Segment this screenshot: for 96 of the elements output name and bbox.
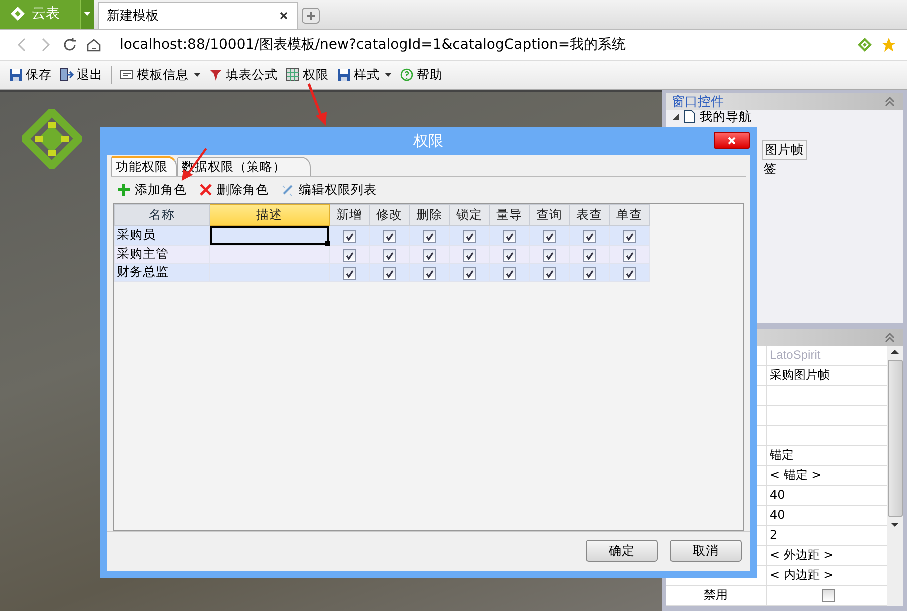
column-header[interactable]: 修改: [370, 204, 410, 226]
card-icon: [120, 68, 134, 82]
checkbox[interactable]: [543, 267, 556, 280]
browser-tab[interactable]: 新建模板: [98, 2, 298, 29]
checkbox[interactable]: [583, 249, 596, 262]
table-cell: 财务总监: [114, 264, 210, 282]
checkbox[interactable]: [583, 230, 596, 244]
checkbox[interactable]: [463, 249, 476, 262]
column-header[interactable]: 描述: [210, 204, 330, 226]
home-icon[interactable]: [86, 37, 102, 53]
cross-icon: [199, 183, 213, 197]
star-icon[interactable]: [881, 37, 897, 53]
toolbar-button[interactable]: 填表公式: [206, 66, 281, 84]
expand-triangle-icon[interactable]: [672, 113, 680, 121]
toolbar-button[interactable]: 保存: [6, 66, 55, 84]
wand-icon: [281, 183, 295, 197]
checkbox[interactable]: [383, 249, 396, 262]
column-header[interactable]: 单查: [610, 204, 650, 226]
scroll-up-icon[interactable]: [891, 349, 899, 354]
url-text[interactable]: localhost:88/10001/图表模板/new?catalogId=1&catalogCaption=我的系统: [120, 36, 626, 54]
toolbar-button[interactable]: 模板信息: [117, 66, 204, 84]
new-tab-icon[interactable]: [302, 8, 320, 24]
checkbox[interactable]: [463, 267, 476, 280]
scroll-down-icon[interactable]: [891, 523, 899, 528]
panel-title: 窗口控件: [672, 94, 724, 110]
app-menu-caret[interactable]: [80, 0, 94, 29]
app-name: 云表: [32, 5, 60, 23]
tree-item[interactable]: 我的导航: [700, 108, 752, 126]
column-header[interactable]: 量导: [490, 204, 530, 226]
page-icon: [684, 110, 696, 124]
property-value[interactable]: 40: [767, 506, 887, 525]
property-value[interactable]: 采购图片帧: [767, 366, 887, 385]
action-button[interactable]: 删除角色: [197, 182, 271, 198]
table-cell[interactable]: [210, 246, 330, 264]
annotation-arrow: [306, 82, 330, 128]
logo-icon: [10, 6, 26, 22]
table-cell[interactable]: [210, 226, 329, 245]
grid-icon: [286, 68, 300, 82]
dialog-title: 权限: [414, 132, 444, 150]
logo-icon: [22, 109, 82, 169]
reload-icon[interactable]: [62, 37, 78, 53]
property-value[interactable]: 2: [767, 526, 887, 545]
dialog-button[interactable]: 取消: [670, 540, 742, 562]
flag-icon: [209, 68, 223, 82]
checkbox[interactable]: [423, 249, 436, 262]
property-value[interactable]: < 内边距 >: [767, 566, 887, 585]
column-header[interactable]: 锁定: [450, 204, 490, 226]
dialog-button[interactable]: 确定: [586, 540, 658, 562]
checkbox[interactable]: [623, 267, 636, 280]
property-value[interactable]: < 外边距 >: [767, 546, 887, 565]
checkbox[interactable]: [343, 267, 356, 280]
help-icon: [400, 68, 414, 82]
checkbox[interactable]: [423, 230, 436, 244]
checkbox[interactable]: [423, 267, 436, 280]
tree-item[interactable]: 签: [762, 160, 779, 178]
column-header[interactable]: 查询: [530, 204, 570, 226]
toolbar-button[interactable]: 样式: [334, 66, 395, 84]
checkbox[interactable]: [343, 230, 356, 244]
tab-title: 新建模板: [107, 8, 159, 25]
property-value[interactable]: < 锚定 >: [767, 466, 887, 485]
checkbox[interactable]: [383, 230, 396, 244]
toolbar-button[interactable]: 退出: [57, 66, 106, 84]
action-button[interactable]: 添加角色: [115, 182, 189, 198]
checkbox[interactable]: [383, 267, 396, 280]
table-cell: 采购主管: [114, 246, 210, 264]
action-button[interactable]: 编辑权限列表: [279, 182, 379, 198]
table-cell: 采购员: [114, 226, 210, 246]
checkbox[interactable]: [583, 267, 596, 280]
exit-door-icon: [60, 68, 74, 82]
column-header[interactable]: 表查: [570, 204, 610, 226]
checkbox[interactable]: [463, 230, 476, 244]
toolbar-button[interactable]: 帮助: [397, 66, 446, 84]
checkbox[interactable]: [343, 249, 356, 262]
column-header[interactable]: 新增: [330, 204, 370, 226]
tree-item[interactable]: 图片帧: [762, 140, 807, 160]
property-name: 禁用: [666, 586, 767, 605]
close-icon[interactable]: [279, 11, 289, 21]
scrollbar[interactable]: [887, 346, 903, 606]
extension-icon[interactable]: [857, 37, 873, 53]
close-icon: [727, 136, 737, 146]
toolbar-button[interactable]: 权限: [283, 66, 332, 84]
checkbox[interactable]: [623, 249, 636, 262]
checkbox[interactable]: [623, 230, 636, 244]
plus-icon: [117, 183, 131, 197]
tab[interactable]: 功能权限: [111, 156, 177, 176]
column-header[interactable]: 删除: [410, 204, 450, 226]
checkbox[interactable]: [503, 249, 516, 262]
property-value[interactable]: 40: [767, 486, 887, 505]
property-value[interactable]: 锚定: [767, 446, 887, 465]
checkbox[interactable]: [543, 230, 556, 244]
checkbox[interactable]: [503, 267, 516, 280]
close-button[interactable]: [714, 132, 750, 149]
checkbox[interactable]: [543, 249, 556, 262]
checkbox[interactable]: [822, 589, 835, 602]
column-header[interactable]: 名称: [114, 204, 210, 226]
checkbox[interactable]: [503, 230, 516, 244]
